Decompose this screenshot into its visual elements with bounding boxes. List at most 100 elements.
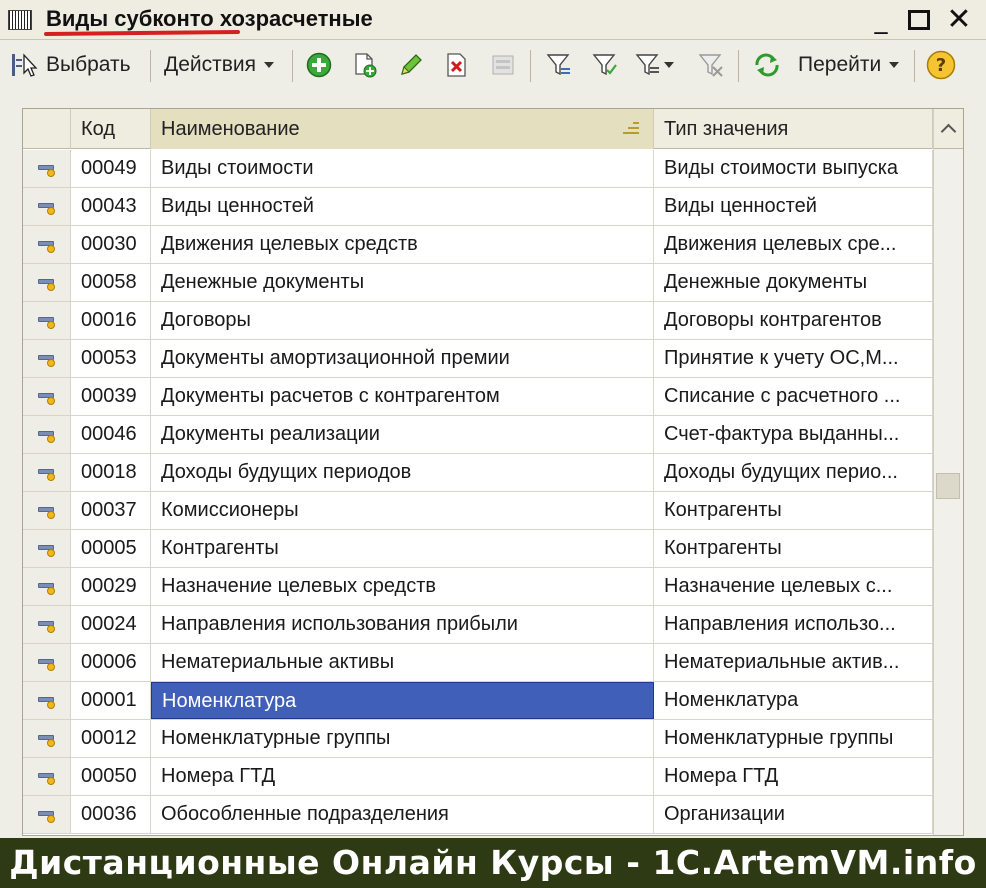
- scroll-thumb[interactable]: [936, 473, 960, 499]
- cell-type[interactable]: Номенклатура: [654, 682, 933, 719]
- cell-type[interactable]: Номера ГТД: [654, 758, 933, 795]
- filter-by-value-icon[interactable]: [592, 52, 618, 78]
- vertical-scrollbar[interactable]: [933, 109, 963, 835]
- cell-name[interactable]: Назначение целевых средств: [151, 568, 654, 605]
- table-row[interactable]: 00029 Назначение целевых средств Назначени…: [23, 568, 933, 606]
- cell-code[interactable]: 00043: [71, 188, 151, 225]
- table-row[interactable]: 00018 Доходы будущих периодов Доходы будущ…: [23, 454, 933, 492]
- cell-type[interactable]: Счет-фактура выданны...: [654, 416, 933, 453]
- table-row[interactable]: 00058 Денежные документы Денежные документ…: [23, 264, 933, 302]
- cell-type[interactable]: Нематериальные актив...: [654, 644, 933, 681]
- table-row[interactable]: 00043 Виды ценностей Виды ценностей: [23, 188, 933, 226]
- table-row[interactable]: 00016 Договоры Договоры контрагентов: [23, 302, 933, 340]
- refresh-icon: [755, 53, 779, 77]
- cell-code[interactable]: 00024: [71, 606, 151, 643]
- sort-ascending-icon: [623, 122, 639, 136]
- delete-icon[interactable]: [444, 52, 470, 78]
- column-header-code[interactable]: Код: [71, 109, 151, 149]
- select-button[interactable]: Выбрать: [10, 48, 131, 82]
- cell-name[interactable]: Виды стоимости: [151, 150, 654, 187]
- cell-name[interactable]: Документы реализации: [151, 416, 654, 453]
- cell-code[interactable]: 00053: [71, 340, 151, 377]
- cell-code[interactable]: 00049: [71, 150, 151, 187]
- goto-label: Перейти: [798, 53, 882, 76]
- table-row[interactable]: 00012 Номенклатурные группы Номенклатурные…: [23, 720, 933, 758]
- cell-code[interactable]: 00050: [71, 758, 151, 795]
- title-bar[interactable]: Виды субконто хозрасчетные _ ✕: [0, 0, 986, 40]
- clear-filter-icon[interactable]: [698, 52, 724, 78]
- cell-code[interactable]: 00037: [71, 492, 151, 529]
- cell-type[interactable]: Направления использо...: [654, 606, 933, 643]
- cell-name[interactable]: Договоры: [151, 302, 654, 339]
- cell-code[interactable]: 00058: [71, 264, 151, 301]
- cell-name[interactable]: Документы расчетов с контрагентом: [151, 378, 654, 415]
- cell-name[interactable]: Комиссионеры: [151, 492, 654, 529]
- cell-code[interactable]: 00036: [71, 796, 151, 833]
- maximize-button[interactable]: [904, 6, 934, 34]
- cell-code[interactable]: 00018: [71, 454, 151, 491]
- cell-name[interactable]: Виды ценностей: [151, 188, 654, 225]
- cell-code[interactable]: 00046: [71, 416, 151, 453]
- minimize-button[interactable]: _: [866, 6, 896, 34]
- actions-menu-button[interactable]: Действия: [164, 48, 275, 82]
- table-row[interactable]: 00030 Движения целевых средств Движения це…: [23, 226, 933, 264]
- edit-pencil-icon[interactable]: [398, 52, 424, 78]
- cell-type[interactable]: Контрагенты: [654, 492, 933, 529]
- app-window-icon[interactable]: [8, 10, 32, 30]
- cell-name[interactable]: Направления использования прибыли: [151, 606, 654, 643]
- cell-name[interactable]: Обособленные подразделения: [151, 796, 654, 833]
- cell-type[interactable]: Организации: [654, 796, 933, 833]
- cell-name[interactable]: Денежные документы: [151, 264, 654, 301]
- cell-code[interactable]: 00016: [71, 302, 151, 339]
- cell-type[interactable]: Договоры контрагентов: [654, 302, 933, 339]
- cell-type[interactable]: Номенклатурные группы: [654, 720, 933, 757]
- copy-add-icon[interactable]: [352, 52, 378, 78]
- cell-code[interactable]: 00006: [71, 644, 151, 681]
- table-row[interactable]: 00053 Документы амортизационной премии При…: [23, 340, 933, 378]
- help-icon[interactable]: ?: [926, 50, 956, 80]
- cell-code[interactable]: 00012: [71, 720, 151, 757]
- subconto-types-table[interactable]: Код Наименование Тип значения 00049 Виды …: [22, 108, 964, 836]
- scroll-up-button[interactable]: [934, 109, 963, 149]
- cell-name[interactable]: Контрагенты: [151, 530, 654, 567]
- cell-type[interactable]: Назначение целевых с...: [654, 568, 933, 605]
- cell-type[interactable]: Денежные документы: [654, 264, 933, 301]
- cell-type[interactable]: Движения целевых сре...: [654, 226, 933, 263]
- cell-type[interactable]: Доходы будущих перио...: [654, 454, 933, 491]
- cell-name[interactable]: Движения целевых средств: [151, 226, 654, 263]
- table-row[interactable]: 00024 Направления использования прибыли На…: [23, 606, 933, 644]
- cell-type[interactable]: Виды стоимости выпуска: [654, 150, 933, 187]
- table-row[interactable]: 00006 Нематериальные активы Нематериальные…: [23, 644, 933, 682]
- cell-type[interactable]: Виды ценностей: [654, 188, 933, 225]
- close-button[interactable]: ✕: [944, 5, 974, 35]
- cell-name[interactable]: Номенклатурные группы: [151, 720, 654, 757]
- filter-icon[interactable]: [546, 52, 572, 78]
- cell-code[interactable]: 00030: [71, 226, 151, 263]
- cell-name[interactable]: Доходы будущих периодов: [151, 454, 654, 491]
- cell-name[interactable]: Документы амортизационной премии: [151, 340, 654, 377]
- table-row[interactable]: 00001 Номенклатура Номенклатура: [23, 682, 933, 720]
- cell-name[interactable]: Номера ГТД: [151, 758, 654, 795]
- cell-name[interactable]: Нематериальные активы: [151, 644, 654, 681]
- cell-code[interactable]: 00005: [71, 530, 151, 567]
- add-icon[interactable]: [306, 52, 332, 78]
- table-row[interactable]: 00039 Документы расчетов с контрагентом Сп…: [23, 378, 933, 416]
- cell-code[interactable]: 00029: [71, 568, 151, 605]
- cell-type[interactable]: Списание с расчетного ...: [654, 378, 933, 415]
- cell-code[interactable]: 00001: [71, 682, 151, 719]
- goto-menu-button[interactable]: Перейти: [752, 48, 900, 82]
- table-row[interactable]: 00049 Виды стоимости Виды стоимости выпуск…: [23, 150, 933, 188]
- cell-type[interactable]: Контрагенты: [654, 530, 933, 567]
- column-header-type[interactable]: Тип значения: [654, 109, 933, 149]
- table-row[interactable]: 00036 Обособленные подразделения Организац…: [23, 796, 933, 834]
- table-row[interactable]: 00046 Документы реализации Счет-фактура вы…: [23, 416, 933, 454]
- cell-code[interactable]: 00039: [71, 378, 151, 415]
- filter-list-button[interactable]: [634, 52, 674, 78]
- cell-name[interactable]: Номенклатура: [151, 682, 654, 719]
- table-row[interactable]: 00050 Номера ГТД Номера ГТД: [23, 758, 933, 796]
- table-row[interactable]: 00005 Контрагенты Контрагенты: [23, 530, 933, 568]
- post-icon[interactable]: [490, 52, 516, 78]
- column-header-name[interactable]: Наименование: [151, 109, 654, 149]
- cell-type[interactable]: Принятие к учету ОС,М...: [654, 340, 933, 377]
- table-row[interactable]: 00037 Комиссионеры Контрагенты: [23, 492, 933, 530]
